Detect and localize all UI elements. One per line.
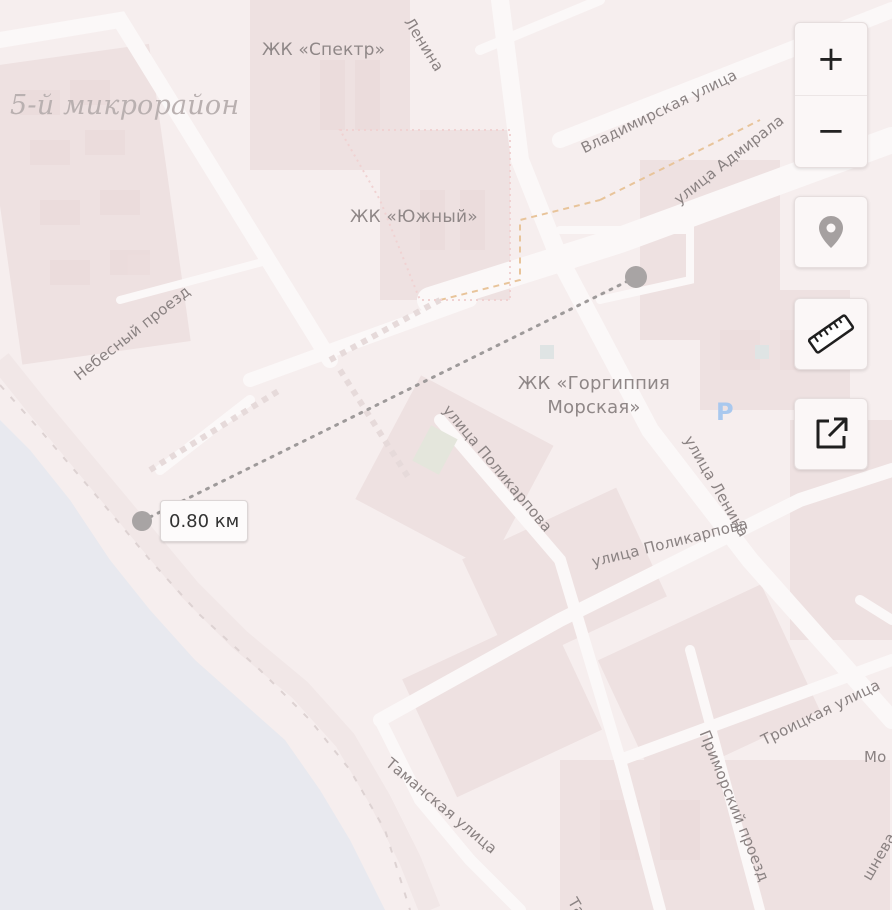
ruler-end-point (625, 266, 647, 288)
poi-zk-gorgippia-line2: Морская» (547, 397, 641, 418)
ruler-button[interactable] (794, 298, 868, 370)
street-edge-mo: Мо (864, 748, 887, 766)
poi-zk-gorgippia: ЖК «Горгиппия Морская» (506, 372, 682, 420)
map-canvas[interactable]: 5-й микрорайон ЖК «Спектр» ЖК «Южный» ЖК… (0, 0, 892, 910)
parking-icon: P (716, 398, 734, 426)
open-external-button[interactable] (794, 398, 868, 470)
locate-button[interactable] (794, 196, 868, 268)
district-label: 5-й микрорайон (10, 90, 240, 121)
zoom-out-button[interactable]: − (795, 94, 867, 168)
ruler-icon (807, 314, 855, 354)
poi-zk-yuzhny: ЖК «Южный» (350, 207, 478, 227)
map-pin-icon (819, 216, 843, 248)
poi-zk-spektr: ЖК «Спектр» (262, 40, 386, 60)
ruler-start-point (132, 511, 152, 531)
poi-zk-gorgippia-line1: ЖК «Горгиппия (517, 373, 671, 394)
open-external-icon (816, 417, 848, 449)
zoom-in-button[interactable]: + (795, 23, 867, 95)
zoom-controls: + − (794, 22, 868, 168)
ruler-distance-label[interactable]: 0.80 км (160, 500, 249, 542)
